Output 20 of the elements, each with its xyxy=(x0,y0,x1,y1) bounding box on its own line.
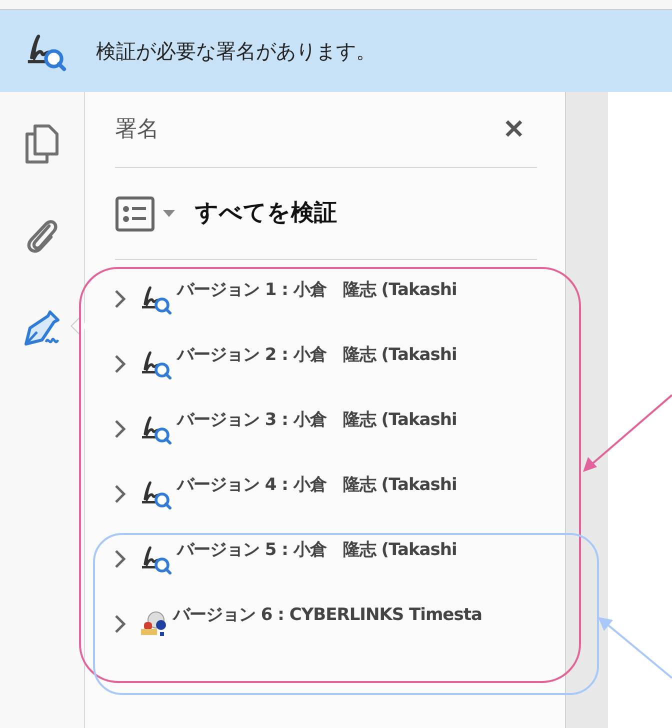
expand-chevron-icon[interactable] xyxy=(113,614,127,634)
expand-chevron-icon[interactable] xyxy=(113,354,127,374)
signature-entry[interactable]: バージョン 2 : 小倉 隆志 (Takashi xyxy=(177,342,457,368)
banner-message: 検証が必要な署名があります。 xyxy=(96,38,376,65)
expand-chevron-icon[interactable] xyxy=(113,288,127,308)
signature-entry[interactable]: バージョン 3 : 小倉 隆志 (Takashi xyxy=(177,408,457,434)
options-menu-button[interactable] xyxy=(115,196,175,232)
expand-chevron-icon[interactable] xyxy=(113,548,127,568)
signature-entry[interactable]: バージョン 5 : 小倉 隆志 (Takashi xyxy=(177,538,457,564)
pages-icon[interactable] xyxy=(23,122,61,166)
caret-icon xyxy=(163,210,175,218)
signature-entry[interactable]: バージョン 1 : 小倉 隆志 (Takashi xyxy=(177,278,457,304)
close-button[interactable]: ✕ xyxy=(503,110,525,149)
expand-chevron-icon[interactable] xyxy=(113,418,127,438)
expand-chevron-icon[interactable] xyxy=(113,484,127,504)
list-options-icon xyxy=(115,196,155,232)
signature-entry[interactable]: バージョン 6 : CYBERLINKS Timesta xyxy=(173,602,482,628)
verify-all-button[interactable]: すべてを検証 xyxy=(195,196,337,231)
signature-entry[interactable]: バージョン 4 : 小倉 隆志 (Takashi xyxy=(177,472,457,498)
panel-title: 署名 xyxy=(115,116,159,144)
